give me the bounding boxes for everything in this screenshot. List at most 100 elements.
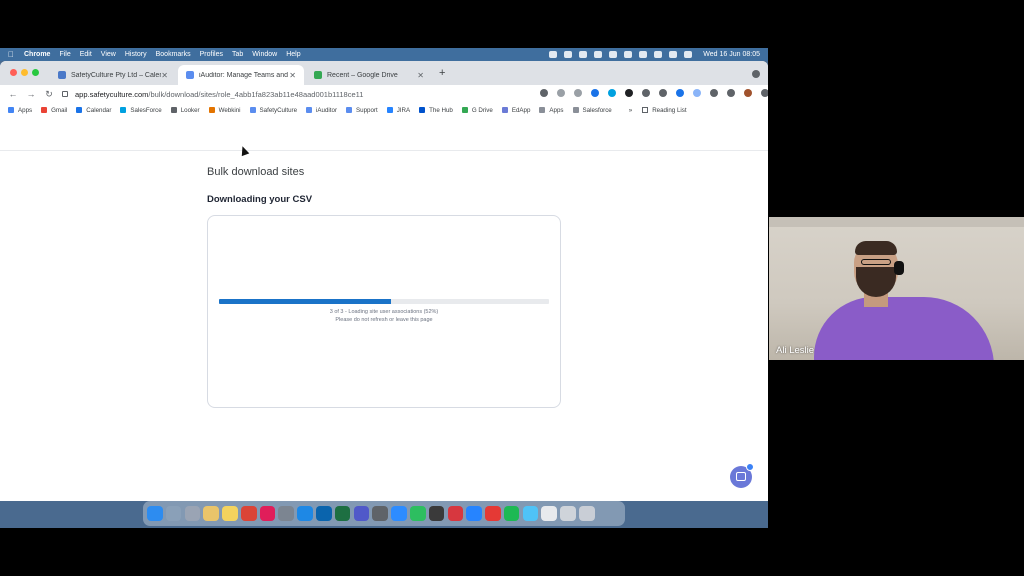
trash-icon[interactable] (578, 505, 595, 522)
bookmark-salesforce[interactable]: SalesForce (120, 107, 162, 114)
tab-iauditor-manage-teams[interactable]: iAuditor: Manage Teams and W ✕ (178, 65, 304, 85)
wifi-icon[interactable] (639, 51, 648, 58)
sparkle-icon[interactable] (522, 505, 539, 522)
forward-icon[interactable]: → (26, 89, 36, 99)
document-icon[interactable] (541, 505, 557, 522)
extension-8-icon[interactable] (710, 89, 718, 97)
extension-2-icon[interactable] (608, 89, 616, 97)
menu-window[interactable]: Window (252, 51, 277, 58)
bookmark-safetyculture[interactable]: SafetyCulture (249, 107, 297, 114)
tab-close-icon[interactable]: ✕ (417, 71, 424, 80)
finder-icon[interactable] (147, 505, 163, 522)
lock-icon[interactable] (62, 91, 68, 97)
salesforce-icon (120, 107, 127, 113)
menu-tab[interactable]: Tab (232, 51, 243, 58)
menu-help[interactable]: Help (286, 51, 300, 58)
bookmark-g-drive[interactable]: G Drive (461, 107, 493, 114)
chrome-profile-icon[interactable] (752, 70, 760, 78)
volume-icon[interactable] (594, 51, 603, 58)
extension-6-icon[interactable] (676, 89, 684, 97)
evernote-icon[interactable] (409, 505, 426, 522)
extension-1-icon[interactable] (591, 89, 599, 97)
slack-icon[interactable] (259, 505, 276, 522)
address-bar[interactable]: app.safetyculture.com/bulk/download/site… (62, 87, 532, 101)
menu-profiles[interactable]: Profiles (200, 51, 223, 58)
outlook-icon[interactable] (316, 505, 332, 522)
reload-icon[interactable]: ↻ (44, 89, 54, 100)
calculator-icon[interactable] (372, 505, 388, 522)
sync-status-icon[interactable] (579, 51, 588, 58)
bookmark-iauditor[interactable]: iAuditor (306, 107, 337, 114)
bookmark-calendar[interactable]: Calendar (76, 107, 111, 114)
excel-icon[interactable] (334, 505, 351, 522)
control-center-icon[interactable] (669, 51, 678, 58)
extension-7-icon[interactable] (693, 89, 701, 97)
progress-warning-text: Please do not refresh or leave this page (335, 317, 433, 323)
tab-safetyculture-calendar[interactable]: SafetyCulture Pty Ltd – Calend ✕ (50, 65, 176, 85)
chrome-icon[interactable] (240, 505, 257, 522)
tab-close-icon[interactable]: ✕ (289, 71, 296, 80)
extensions-puzzle-icon[interactable] (727, 89, 735, 97)
bookmark-folder-apps[interactable]: Apps (539, 107, 564, 114)
person-glasses (861, 259, 891, 265)
bookmark-folder-salesforce[interactable]: Salesforce (572, 107, 612, 114)
extension-4-icon[interactable] (642, 89, 650, 97)
menu-view[interactable]: View (101, 51, 116, 58)
menu-edit[interactable]: Edit (80, 51, 92, 58)
bookmark-webkini[interactable]: Webkini (208, 107, 241, 114)
spotlight-search-icon[interactable] (654, 51, 663, 58)
menu-file[interactable]: File (59, 51, 70, 58)
extension-3-icon[interactable] (625, 89, 633, 97)
menu-clock[interactable]: Wed 16 Jun 08:05 (703, 51, 760, 58)
zoom-icon[interactable] (391, 505, 407, 522)
window-maximize-button[interactable] (32, 69, 39, 76)
profile-avatar-icon[interactable] (744, 89, 752, 97)
menu-history[interactable]: History (125, 51, 147, 58)
window-close-button[interactable] (10, 69, 17, 76)
bookmarks-overflow-button[interactable]: » (629, 107, 632, 114)
battery-icon[interactable] (624, 51, 633, 58)
menu-bookmarks[interactable]: Bookmarks (156, 51, 191, 58)
reading-list-button[interactable]: Reading List (642, 107, 687, 114)
bookmark-apps[interactable]: Apps (8, 107, 32, 114)
bookmark-the-hub[interactable]: The Hub (419, 107, 453, 114)
bookmark-gmail[interactable]: Gmail (41, 107, 67, 114)
quicktime-icon[interactable] (428, 505, 445, 522)
window-minimize-button[interactable] (21, 69, 28, 76)
siri-icon[interactable] (684, 51, 693, 58)
menu-app-name[interactable]: Chrome (24, 51, 50, 58)
shared-screen:  Chrome File Edit View History Bookmark… (0, 48, 768, 528)
bookmark-star-icon[interactable] (574, 89, 582, 97)
app-store-icon[interactable] (297, 505, 313, 522)
chat-support-button[interactable] (730, 463, 754, 488)
bookmark-support[interactable]: Support (346, 107, 378, 114)
bluetooth-icon[interactable] (609, 51, 618, 58)
zoom-magnifier-icon[interactable] (557, 89, 565, 97)
spotify-sync-icon[interactable] (485, 505, 501, 522)
chrome-menu-icon[interactable] (761, 89, 768, 97)
launchpad-icon[interactable] (184, 505, 201, 522)
rocket-icon[interactable] (165, 505, 182, 522)
participant-name: Ali Leslie (776, 345, 815, 356)
zoom-status-icon[interactable] (549, 51, 558, 58)
extension-5-icon[interactable] (659, 89, 667, 97)
bookmark-edapp[interactable]: EdApp (501, 107, 530, 114)
acrobat-icon[interactable] (447, 505, 464, 522)
notes-icon[interactable] (222, 505, 238, 522)
jira-dock-icon[interactable] (466, 505, 482, 522)
system-preferences-icon[interactable] (278, 505, 295, 522)
new-tab-button[interactable]: + (439, 67, 445, 79)
tab-google-drive[interactable]: Recent – Google Drive ✕ (306, 65, 432, 85)
window-icon[interactable] (560, 505, 576, 522)
tab-label: Recent – Google Drive (327, 71, 398, 79)
back-icon[interactable]: ← (8, 89, 18, 99)
meeting-status-icon[interactable] (564, 51, 573, 58)
spotify-icon[interactable] (503, 505, 520, 522)
apple-menu-icon[interactable]:  (8, 50, 14, 59)
bookmark-jira[interactable]: JIRA (386, 107, 410, 114)
teams-icon[interactable] (353, 505, 370, 522)
tab-close-icon[interactable]: ✕ (161, 71, 168, 80)
bookmark-looker[interactable]: Looker (170, 107, 200, 114)
photos-icon[interactable] (203, 505, 219, 522)
key-icon[interactable] (540, 89, 548, 97)
